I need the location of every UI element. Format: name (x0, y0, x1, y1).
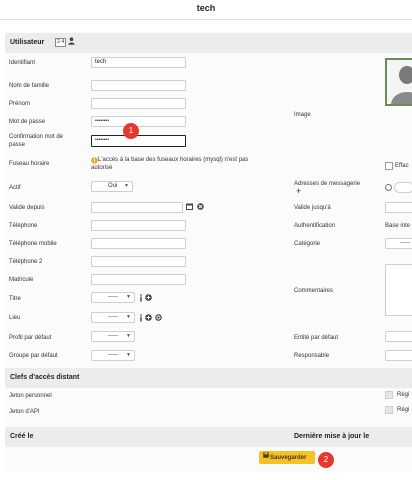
valide-depuis-label: Valide depuis (9, 205, 45, 211)
step-badge-1: 1 (123, 123, 139, 139)
info-icon[interactable] (139, 294, 143, 305)
add-icon[interactable] (145, 314, 152, 324)
dates-footer: Créé le Dernière mise à jour le (5, 427, 412, 447)
profil-select-value: ----- (108, 333, 118, 339)
timezone-message: L'accès à la base des fuseaux horaires (… (98, 157, 249, 163)
titre-select[interactable]: ----- ▼ (91, 292, 135, 303)
jeton-personnel-label: Jeton personnel (9, 393, 52, 399)
add-email-icon[interactable]: + (296, 187, 301, 196)
step-badge-2: 2 (318, 452, 334, 468)
save-button-label: Sauvegarder (270, 455, 307, 462)
add-icon[interactable] (145, 294, 152, 304)
commentaires-textarea[interactable] (385, 264, 412, 316)
mdp-label: Mot de passe (9, 119, 46, 125)
titre-label: Titre (9, 296, 21, 302)
nom-label: Nom de famille (9, 83, 50, 89)
regen-personal-token-checkbox[interactable] (385, 391, 393, 399)
created-on-label: Créé le (10, 433, 34, 440)
user-icon (68, 37, 75, 47)
profil-label: Profil par défaut (9, 335, 52, 341)
mdp-confirm-label: Confirmation mot de (9, 134, 64, 140)
matricule-label: Matricule (9, 277, 34, 283)
chevron-down-icon: ▼ (126, 314, 131, 320)
page-title: tech (196, 3, 216, 13)
responsable-select[interactable] (385, 350, 412, 361)
nom-input[interactable] (91, 80, 186, 91)
categorie-label: Catégorie (294, 241, 321, 247)
email-input[interactable] (394, 182, 412, 193)
jeton-api-label: Jeton d'API (9, 409, 40, 415)
telephone-mobile-input[interactable] (91, 238, 186, 249)
chevron-down-icon: ▼ (126, 333, 131, 339)
titre-select-value: ----- (108, 294, 118, 300)
valide-depuis-input[interactable] (91, 202, 183, 213)
password-confirm-input[interactable]: •••••••• (91, 135, 186, 147)
page-header: tech (0, 0, 412, 20)
user-section-header: Utilisateur 2·4 (5, 33, 412, 53)
user-section-title: Utilisateur (10, 39, 45, 46)
save-button[interactable]: Sauvegarder (259, 451, 315, 464)
image-label: Image (294, 112, 311, 118)
default-email-radio[interactable] (385, 184, 392, 191)
actif-select-value: Oui (108, 183, 118, 189)
save-icon (263, 451, 269, 464)
avatar-placeholder-icon (387, 60, 412, 104)
authentification-label: Authentification (294, 223, 336, 229)
groupe-select[interactable]: ----- ▼ (91, 350, 135, 361)
regen-api-token-checkbox[interactable] (385, 406, 393, 414)
matricule-input[interactable] (91, 274, 186, 285)
password-input[interactable]: •••••••• (91, 116, 186, 127)
identifiant-label: Identifiant (9, 60, 36, 66)
user-avatar[interactable] (385, 58, 412, 106)
telephone2-input[interactable] (91, 256, 186, 267)
chevron-down-icon: ▼ (124, 183, 129, 189)
telephone2-label: Téléphone 2 (9, 259, 43, 265)
adresses-label: Adresses de messagerie (294, 181, 361, 187)
profil-select[interactable]: ----- ▼ (91, 331, 135, 342)
prenom-label: Prénom (9, 101, 31, 107)
entite-label: Entité par défaut (294, 335, 339, 341)
lieu-select[interactable]: ----- ▼ (91, 312, 135, 323)
effacer-checkbox[interactable] (385, 162, 393, 170)
telephone-label: Téléphone (9, 223, 38, 229)
clear-icon[interactable] (197, 203, 204, 213)
prenom-input[interactable] (91, 98, 186, 109)
commentaires-label: Commentaires (294, 288, 334, 294)
regen-personal-token-label: Régi (397, 392, 410, 398)
actif-label: Actif (9, 185, 21, 191)
groupe-select-value: ----- (108, 352, 118, 358)
timezone-message-line2: autorisé (91, 165, 113, 171)
actif-select[interactable]: Oui ▼ (91, 181, 133, 192)
last-updated-label: Dernière mise à jour le (294, 433, 370, 440)
groupe-label: Groupe par défaut (9, 353, 58, 359)
header-divider (0, 19, 412, 20)
user-form (5, 32, 412, 472)
remote-access-section-header: Clefs d'accès distant (5, 368, 412, 388)
regen-api-token-label: Régi (397, 407, 410, 413)
categorie-select[interactable]: ----- (385, 238, 412, 249)
valide-jusqua-label: Valide jusqu'à (294, 205, 331, 211)
remote-access-section-title: Clefs d'accès distant (10, 374, 80, 381)
chevron-down-icon: ▼ (126, 294, 131, 300)
authentification-value: Base inte (385, 223, 411, 229)
calendar-icon[interactable] (186, 203, 193, 213)
responsable-label: Responsable (294, 353, 330, 359)
telephone-input[interactable] (91, 220, 186, 231)
lieu-label: Lieu (9, 315, 21, 321)
chevron-down-icon: ▼ (126, 352, 131, 358)
entite-select[interactable] (385, 331, 412, 342)
link-icon[interactable] (155, 314, 162, 324)
info-icon[interactable] (139, 314, 143, 325)
categorie-select-value: ----- (400, 240, 410, 246)
user-count-badge: 2·4 (55, 38, 67, 47)
fuseau-label: Fuseau horaire (9, 161, 50, 167)
identifiant-input[interactable]: tech (91, 57, 186, 68)
valide-jusqua-input[interactable] (385, 202, 412, 213)
telephone-mobile-label: Téléphone mobile (9, 241, 57, 247)
mdp-confirm-label-line2: passe (9, 142, 26, 148)
lieu-select-value: ----- (108, 314, 118, 320)
effacer-label: Effac (395, 163, 409, 169)
